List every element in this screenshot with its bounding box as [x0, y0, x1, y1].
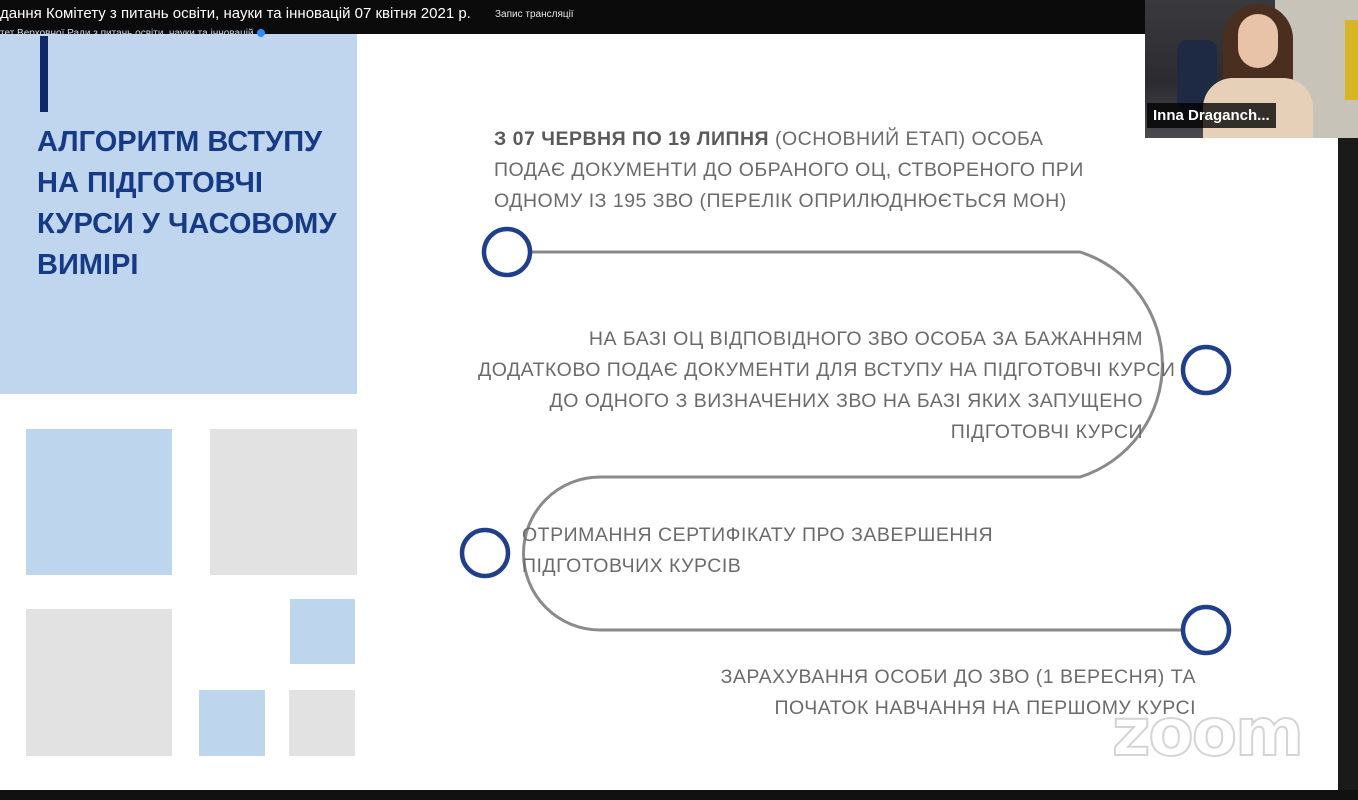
timeline-node-1 [481, 226, 533, 278]
flag-icon [1345, 20, 1358, 100]
bottom-edge [0, 790, 1358, 800]
meeting-title: дання Комітету з питань освіти, науки та… [0, 5, 471, 22]
timeline-node-2 [1180, 344, 1232, 396]
verified-icon [256, 29, 265, 38]
right-edge [1338, 34, 1358, 790]
step-2-text: НА БАЗІ ОЦ ВІДПОВІДНОГО ЗВО ОСОБА ЗА БАЖ… [478, 328, 1176, 443]
channel-name[interactable]: тет Верховної Ради з питань освіти, наук… [0, 28, 265, 39]
channel-name-text: тет Верховної Ради з питань освіти, наук… [0, 28, 254, 39]
step-3-text: ОТРИМАННЯ СЕРТИФІКАТУ ПРО ЗАВЕРШЕННЯ ПІД… [522, 524, 994, 577]
recording-label[interactable]: Запис трансляції [495, 9, 574, 20]
step-1-text: З 07 ЧЕРВНЯ ПО 19 ЛИПНЯ (ОСНОВНИЙ ЕТАП) … [494, 128, 1084, 212]
timeline-node-3 [459, 527, 511, 579]
person-face [1238, 14, 1278, 68]
zoom-watermark: zoom [1111, 693, 1305, 772]
participant-video[interactable]: Inna Draganch... [1145, 0, 1358, 138]
timeline-node-4 [1180, 604, 1232, 656]
presentation-slide: АЛГОРИТМ ВСТУПУ НА ПІДГОТОВЧІ КУРСИ У ЧА… [0, 34, 1338, 790]
step-1-dates: З 07 ЧЕРВНЯ ПО 19 ЛИПНЯ [494, 128, 770, 150]
participant-name: Inna Draganch... [1147, 103, 1276, 128]
